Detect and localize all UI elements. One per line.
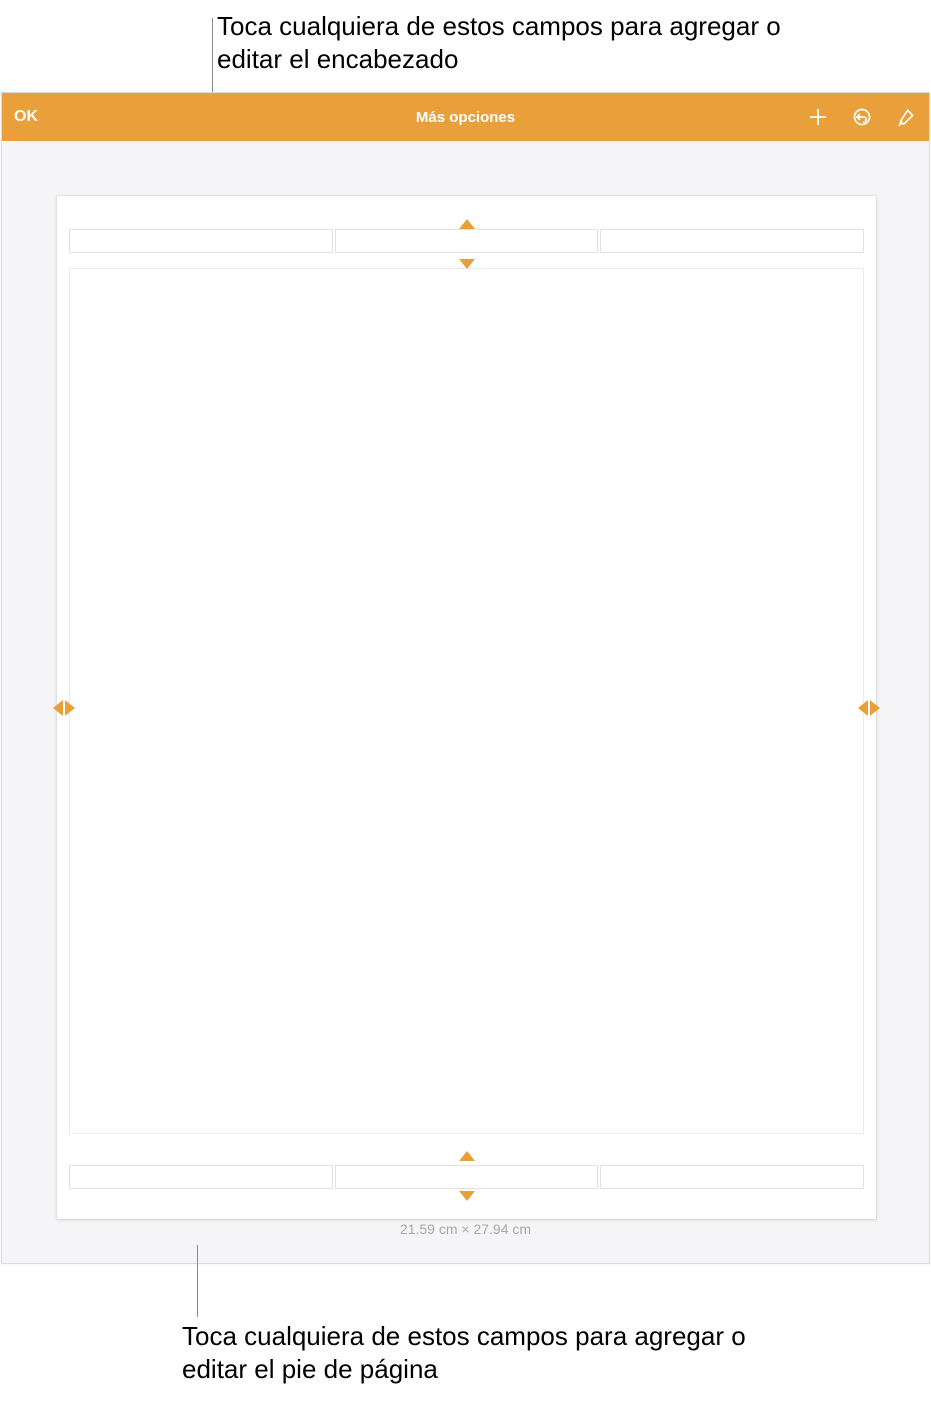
callout-footer-text: Toca cualquiera de estos campos para agr…	[182, 1320, 782, 1387]
header-field-right[interactable]	[600, 229, 864, 253]
margin-handle-top-inner[interactable]	[459, 259, 475, 269]
toolbar-icons	[807, 106, 917, 128]
margin-handle-right-outer[interactable]	[870, 700, 880, 716]
add-icon[interactable]	[807, 106, 829, 128]
footer-field-center[interactable]	[335, 1165, 599, 1189]
margin-handle-left-inner[interactable]	[65, 700, 75, 716]
ok-button[interactable]: OK	[14, 108, 38, 126]
page-body-area[interactable]	[69, 268, 864, 1134]
page-dimensions-label: 21.59 cm × 27.94 cm	[2, 1221, 929, 1237]
margin-handle-top-outer[interactable]	[459, 219, 475, 229]
callout-footer-leader	[197, 1245, 198, 1317]
header-fields-row	[69, 229, 864, 253]
app-frame: OK Más opciones	[1, 92, 930, 1264]
undo-icon[interactable]	[851, 106, 873, 128]
margin-handle-bottom-outer[interactable]	[459, 1191, 475, 1201]
margin-handle-bottom-inner[interactable]	[459, 1151, 475, 1161]
callout-header-text: Toca cualquiera de estos campos para agr…	[217, 10, 807, 77]
toolbar: OK Más opciones	[2, 93, 929, 141]
header-field-left[interactable]	[69, 229, 333, 253]
footer-field-right[interactable]	[600, 1165, 864, 1189]
margin-handle-right-inner[interactable]	[858, 700, 868, 716]
footer-fields-row	[69, 1165, 864, 1189]
format-brush-icon[interactable]	[895, 106, 917, 128]
margin-handle-left-outer[interactable]	[53, 700, 63, 716]
canvas-area: 21.59 cm × 27.94 cm	[2, 141, 929, 1263]
document-page	[57, 196, 876, 1219]
header-field-center[interactable]	[335, 229, 599, 253]
footer-field-left[interactable]	[69, 1165, 333, 1189]
toolbar-title: Más opciones	[2, 109, 929, 126]
